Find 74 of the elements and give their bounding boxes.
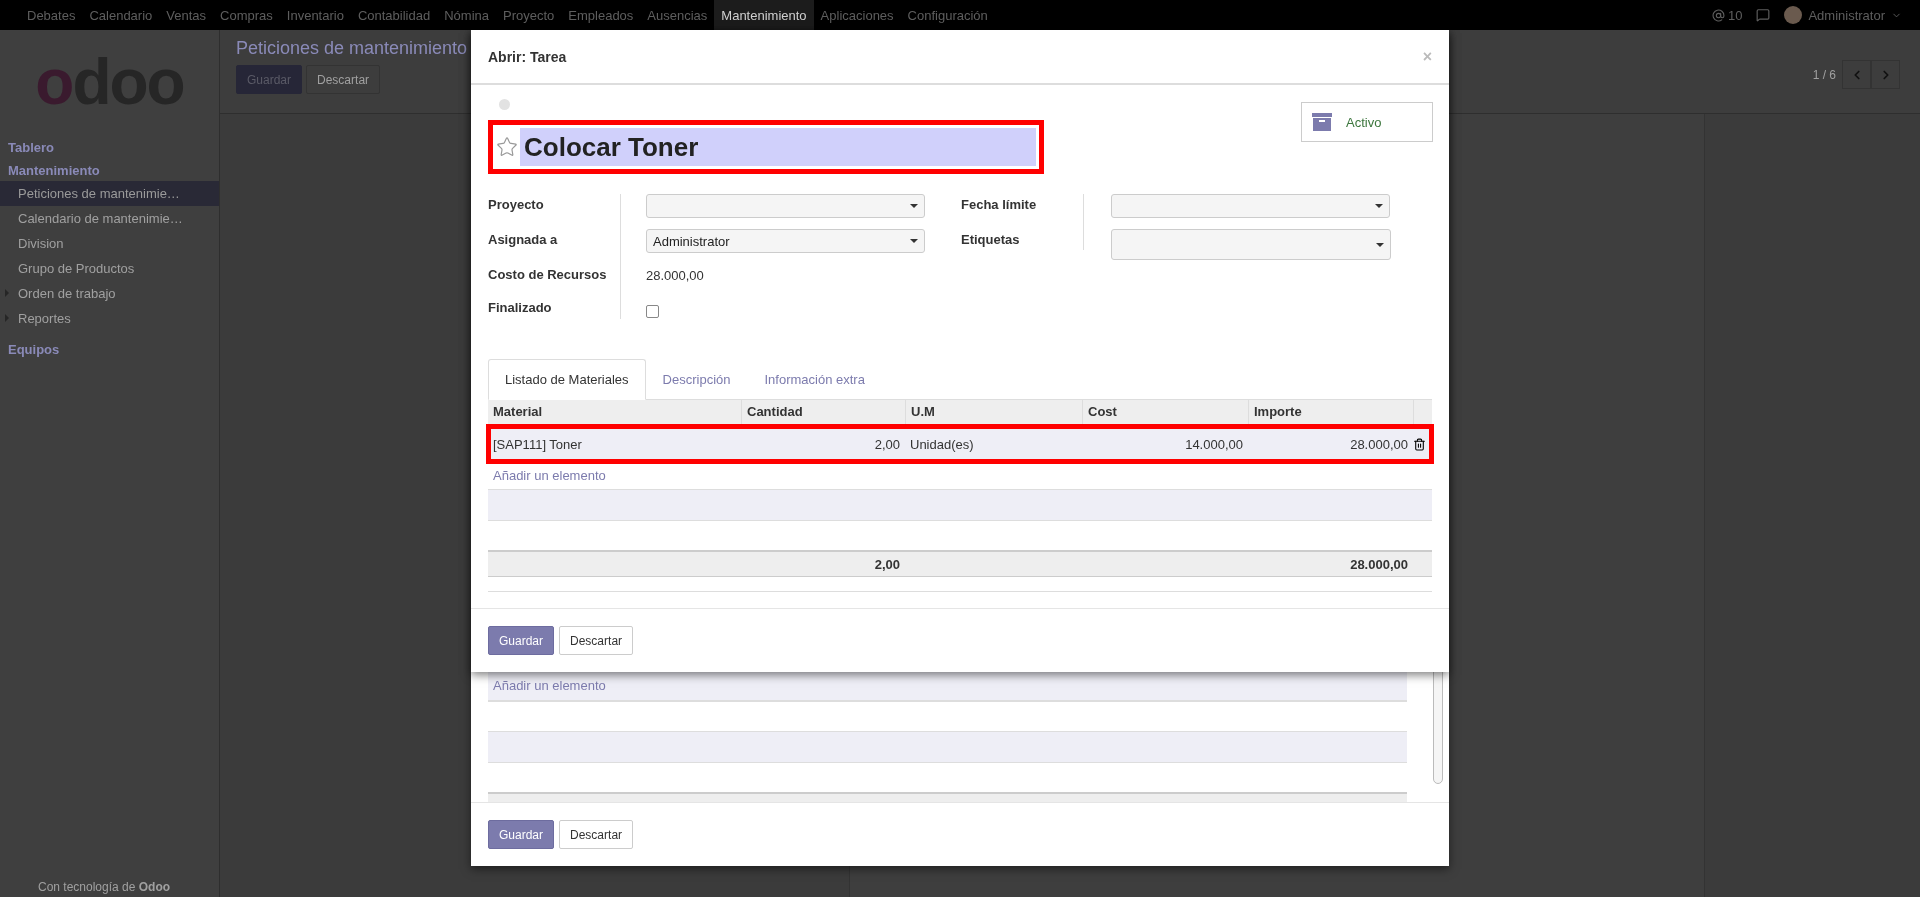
task-name-field[interactable]: Colocar Toner [520, 128, 1036, 166]
sidebar-item[interactable]: Division [0, 231, 219, 256]
field-label: Etiquetas [961, 231, 1021, 249]
caret-icon [1375, 204, 1383, 208]
select-field[interactable] [646, 194, 925, 218]
tab[interactable]: Información extra [747, 359, 882, 400]
page-title: Peticiones de mantenimiento [236, 38, 468, 59]
total-amount: 28.000,00 [1349, 556, 1409, 572]
messages-count[interactable]: 10 [1711, 7, 1743, 23]
add-line-link[interactable]: Añadir un elemento [488, 671, 1407, 701]
field-label: Asignada a [488, 231, 559, 249]
save-button[interactable]: Guardar [488, 820, 555, 849]
next-button[interactable] [1871, 60, 1900, 89]
sidebar-item[interactable]: Peticiones de mantenimie… [0, 181, 219, 206]
field-label: Costo de Recursos [488, 266, 608, 284]
previous-button[interactable] [1842, 60, 1871, 89]
pager-text: 1 / 6 [1812, 67, 1836, 82]
total-quantity: 2,00 [873, 556, 901, 572]
tab[interactable]: Listado de Materiales [488, 359, 646, 400]
section-title[interactable]: Tablero [0, 137, 219, 158]
column-header[interactable]: Material [488, 400, 741, 424]
select-field[interactable]: Administrator [646, 229, 925, 253]
table-cell-text: 2,00 [873, 436, 901, 452]
active-button[interactable]: Activo [1301, 102, 1433, 142]
field-label: Proyecto [488, 196, 545, 214]
menu-item[interactable]: Inventario [279, 0, 351, 30]
section-title[interactable]: Equipos [0, 339, 219, 360]
menu-item[interactable]: Ausencias [640, 0, 715, 30]
add-line-link[interactable]: Añadir un elemento [488, 462, 1432, 489]
sidebar-item[interactable]: Orden de trabajo [0, 281, 219, 306]
table-row[interactable]: [SAP111] Toner 2,00 Unidad(es) 14.000,00 28.000,00 [488, 426, 1432, 462]
sidebar-item[interactable]: Reportes [0, 306, 219, 331]
sidebar-item[interactable]: Grupo de Productos [0, 256, 219, 281]
status-dot[interactable] [499, 99, 510, 110]
user-menu[interactable]: Administrator [1784, 6, 1902, 24]
caret-icon [910, 239, 918, 243]
save-button[interactable]: Guardar [488, 626, 555, 655]
field-label: Finalizado [488, 299, 553, 317]
dialog-title: Abrir: Tarea [488, 48, 567, 65]
trash-icon[interactable] [1413, 437, 1426, 451]
tags-field[interactable] [1111, 229, 1391, 260]
menu-item[interactable]: Ventas [159, 0, 214, 30]
tab[interactable]: Descripción [645, 359, 748, 400]
chat-icon[interactable] [1756, 8, 1771, 22]
table-cell-text: Unidad(es) [909, 436, 975, 452]
table-cell-text: [SAP111] Toner [492, 436, 583, 452]
menu-item[interactable]: Compras [213, 0, 280, 30]
menu-item[interactable]: Contabilidad [350, 0, 438, 30]
caret-icon [1376, 242, 1384, 247]
at-sign-icon [1711, 8, 1725, 22]
footer-text: Con tecnología de Odoo [37, 880, 172, 896]
discard-button[interactable]: Descartar [559, 626, 634, 655]
menu-item[interactable]: Proyecto [496, 0, 562, 30]
select-field[interactable] [1111, 194, 1390, 218]
star-icon[interactable] [496, 136, 518, 158]
menu-item[interactable]: Debates [20, 0, 83, 30]
discard-button[interactable]: Descartar [306, 65, 381, 94]
field-label: Fecha límite [961, 196, 1038, 214]
discard-button[interactable]: Descartar [559, 820, 634, 849]
checkbox[interactable] [646, 304, 659, 318]
menu-item[interactable]: Mantenimiento [714, 0, 814, 30]
field-value: 28.000,00 [646, 267, 704, 283]
section-title[interactable]: Mantenimiento [0, 160, 219, 181]
sidebar-item[interactable]: Calendario de mantenimie… [0, 206, 219, 231]
caret-icon [910, 204, 918, 208]
avatar-icon [1784, 6, 1803, 24]
table-cell-text: 14.000,00 [1184, 436, 1244, 452]
archive-box-icon [1312, 113, 1332, 131]
menu-item[interactable]: Nómina [437, 0, 496, 30]
menu-item[interactable]: Configuración [900, 0, 995, 30]
table-cell-text: 28.000,00 [1349, 436, 1409, 452]
menu-item[interactable]: Aplicaciones [813, 0, 901, 30]
menu-item[interactable]: Empleados [561, 0, 641, 30]
menu-item[interactable]: Calendario [82, 0, 160, 30]
